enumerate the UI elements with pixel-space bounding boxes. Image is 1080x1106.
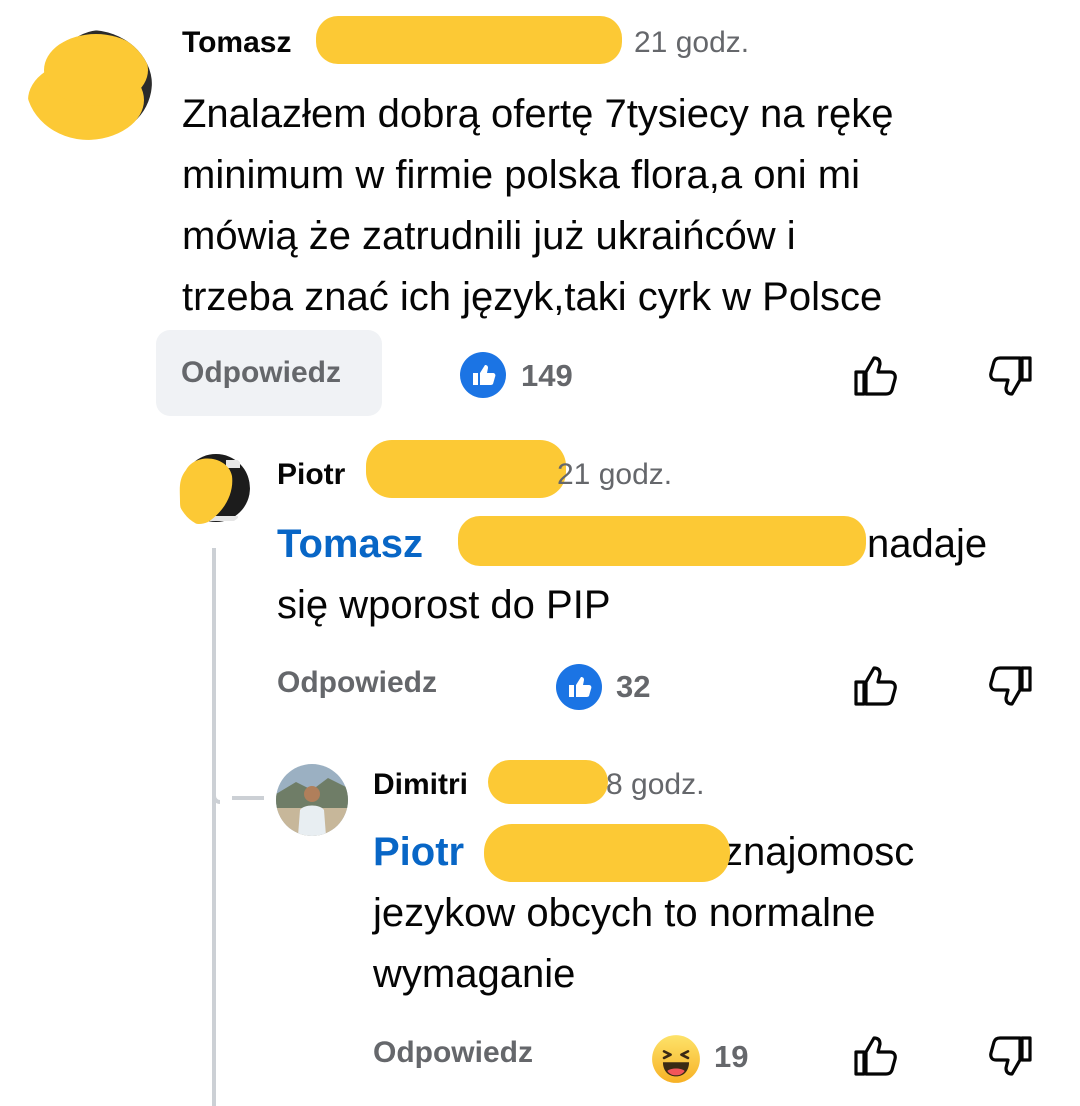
avatar[interactable] — [26, 30, 152, 140]
redaction — [458, 516, 866, 566]
comment-author[interactable]: Dimitri — [373, 768, 468, 802]
reaction-count[interactable]: 19 — [714, 1039, 748, 1075]
thumbs-down-icon[interactable] — [986, 662, 1034, 710]
reply-button[interactable]: Odpowiedz — [181, 356, 341, 390]
mention-link[interactable]: Piotr — [373, 830, 464, 874]
comment-timestamp[interactable]: 8 godz. — [606, 768, 704, 802]
thread-line-main — [212, 548, 216, 1106]
redaction — [316, 16, 622, 64]
haha-reaction-icon[interactable] — [651, 1034, 701, 1084]
mention-link[interactable]: Tomasz — [277, 522, 423, 566]
redaction — [488, 760, 608, 804]
comment-author[interactable]: Piotr — [277, 458, 345, 492]
thumbs-up-icon[interactable] — [852, 1032, 900, 1080]
thread-line-branch — [212, 770, 220, 804]
thumbs-down-icon[interactable] — [986, 1032, 1034, 1080]
reaction-count[interactable]: 32 — [616, 669, 650, 705]
comment-text: Znalazłem dobrą ofertę 7tysiecy na rękę … — [182, 92, 894, 319]
like-reaction-icon[interactable] — [460, 352, 506, 398]
reply-button[interactable]: Odpowiedz — [373, 1036, 533, 1070]
thumbs-up-icon[interactable] — [852, 662, 900, 710]
avatar[interactable] — [276, 764, 348, 836]
comment-timestamp[interactable]: 21 godz. — [557, 458, 672, 492]
avatar[interactable] — [176, 450, 250, 528]
like-reaction-icon[interactable] — [556, 664, 602, 710]
comment-author[interactable]: Tomasz — [182, 26, 291, 60]
reply-button[interactable]: Odpowiedz — [277, 666, 437, 700]
redaction — [366, 440, 566, 498]
thumbs-up-icon[interactable] — [852, 352, 900, 400]
reaction-count[interactable]: 149 — [521, 358, 573, 394]
thread-line-branch-h — [232, 796, 264, 800]
thumbs-down-icon[interactable] — [986, 352, 1034, 400]
comment-timestamp[interactable]: 21 godz. — [634, 26, 749, 60]
redaction — [484, 824, 730, 882]
